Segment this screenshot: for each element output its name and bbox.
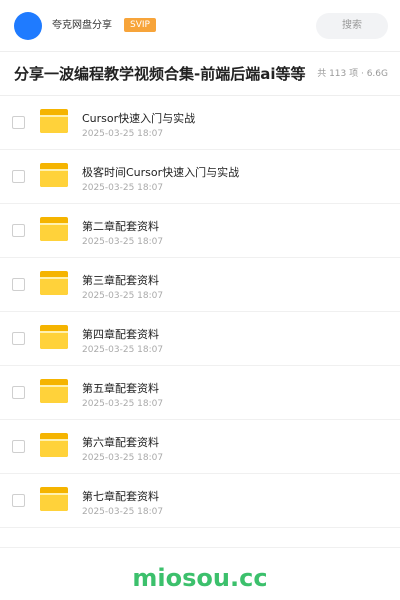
footer-divider bbox=[0, 547, 400, 548]
select-checkbox[interactable] bbox=[12, 278, 25, 291]
share-owner-name: 夸克网盘分享 bbox=[52, 20, 112, 31]
select-checkbox[interactable] bbox=[12, 386, 25, 399]
file-name: 第六章配套资料 bbox=[82, 436, 159, 449]
folder-icon bbox=[40, 163, 68, 187]
file-date: 2025-03-25 18:07 bbox=[82, 237, 164, 247]
page-title: 分享一波编程教学视频合集-前端后端ai等等 bbox=[14, 65, 306, 83]
list-item[interactable]: 第四章配套资料 2025-03-25 18:07 bbox=[0, 312, 400, 366]
file-date: 2025-03-25 18:07 bbox=[82, 129, 164, 139]
share-page: 夸克网盘分享 SVIP 搜索 分享一波编程教学视频合集-前端后端ai等等 共 1… bbox=[0, 0, 400, 600]
file-name: 第四章配套资料 bbox=[82, 328, 159, 341]
list-item[interactable]: 第五章配套资料 2025-03-25 18:07 bbox=[0, 366, 400, 420]
list-item[interactable]: Cursor快速入门与实战 2025-03-25 18:07 bbox=[0, 96, 400, 150]
file-date: 2025-03-25 18:07 bbox=[82, 507, 164, 517]
brand-watermark: miosou.cc bbox=[132, 564, 268, 592]
select-checkbox[interactable] bbox=[12, 332, 25, 345]
search-input[interactable]: 搜索 bbox=[316, 13, 388, 39]
select-checkbox[interactable] bbox=[12, 224, 25, 237]
file-date: 2025-03-25 18:07 bbox=[82, 345, 164, 355]
file-date: 2025-03-25 18:07 bbox=[82, 183, 164, 193]
list-item[interactable]: 第二章配套资料 2025-03-25 18:07 bbox=[0, 204, 400, 258]
file-name: 第五章配套资料 bbox=[82, 382, 159, 395]
folder-icon bbox=[40, 487, 68, 511]
header: 夸克网盘分享 SVIP 搜索 bbox=[0, 0, 400, 52]
list-item[interactable]: 第六章配套资料 2025-03-25 18:07 bbox=[0, 420, 400, 474]
list-item[interactable]: 第三章配套资料 2025-03-25 18:07 bbox=[0, 258, 400, 312]
folder-icon bbox=[40, 325, 68, 349]
folder-icon bbox=[40, 271, 68, 295]
file-list: Cursor快速入门与实战 2025-03-25 18:07 极客时间Curso… bbox=[0, 96, 400, 528]
file-date: 2025-03-25 18:07 bbox=[82, 453, 164, 463]
file-name: Cursor快速入门与实战 bbox=[82, 112, 196, 125]
file-name: 第七章配套资料 bbox=[82, 490, 159, 503]
folder-icon bbox=[40, 217, 68, 241]
title-bar: 分享一波编程教学视频合集-前端后端ai等等 共 113 项 · 6.6G bbox=[0, 52, 400, 96]
select-checkbox[interactable] bbox=[12, 494, 25, 507]
file-date: 2025-03-25 18:07 bbox=[82, 291, 164, 301]
select-checkbox[interactable] bbox=[12, 440, 25, 453]
select-checkbox[interactable] bbox=[12, 170, 25, 183]
svip-badge: SVIP bbox=[124, 18, 156, 32]
file-name: 第三章配套资料 bbox=[82, 274, 159, 287]
folder-icon bbox=[40, 109, 68, 133]
folder-icon bbox=[40, 379, 68, 403]
file-name: 极客时间Cursor快速入门与实战 bbox=[82, 166, 240, 179]
file-date: 2025-03-25 18:07 bbox=[82, 399, 164, 409]
folder-icon bbox=[40, 433, 68, 457]
avatar[interactable] bbox=[14, 12, 42, 40]
list-item[interactable]: 极客时间Cursor快速入门与实战 2025-03-25 18:07 bbox=[0, 150, 400, 204]
file-name: 第二章配套资料 bbox=[82, 220, 159, 233]
share-meta: 共 113 项 · 6.6G bbox=[317, 69, 388, 79]
select-checkbox[interactable] bbox=[12, 116, 25, 129]
list-item[interactable]: 第七章配套资料 2025-03-25 18:07 bbox=[0, 474, 400, 528]
